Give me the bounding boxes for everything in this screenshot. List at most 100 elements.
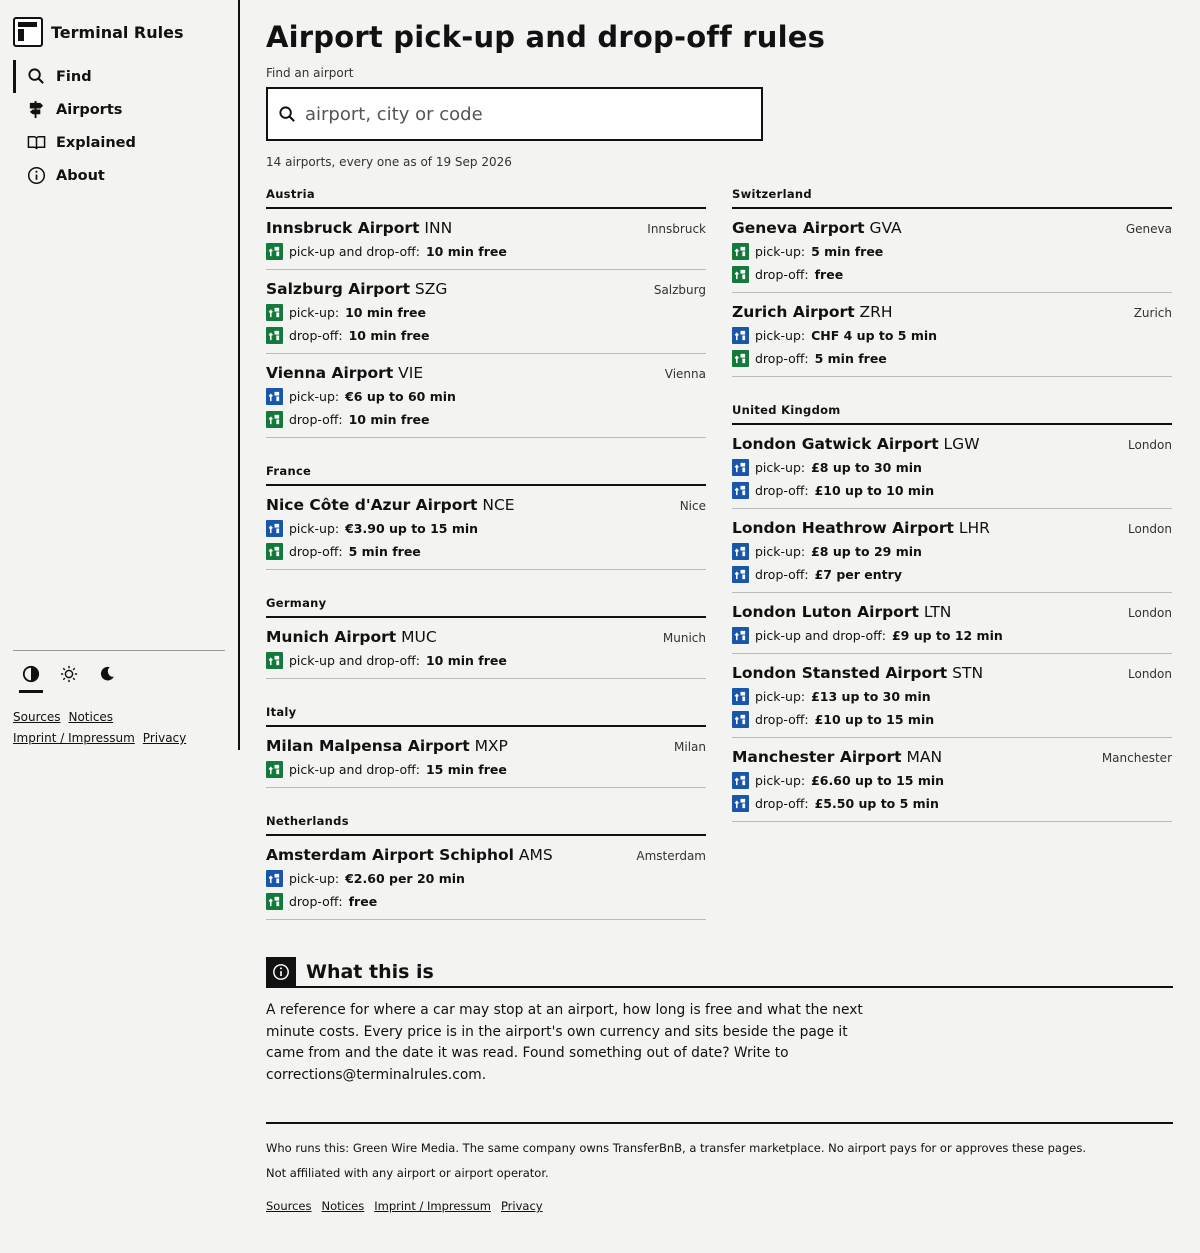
airport-card[interactable]: Amsterdam Airport Schiphol AMS Amsterdam p…	[266, 836, 706, 920]
signpost-icon	[29, 100, 44, 119]
rule-row: pick-up: €2.60 per 20 min	[266, 870, 706, 887]
airport-header: Amsterdam Airport Schiphol AMS Amsterdam	[266, 846, 706, 864]
free-parking-icon	[266, 761, 283, 778]
airport-card[interactable]: Munich Airport MUC Munich pick-up and drop…	[266, 618, 706, 679]
airport-card[interactable]: London Luton Airport LTN London pick-up an…	[732, 593, 1172, 654]
about-body: A reference for where a car may stop at …	[266, 1002, 863, 1061]
link-privacy[interactable]: Privacy	[143, 731, 186, 745]
airport-card[interactable]: Manchester Airport MAN Manchester pick-up:…	[732, 738, 1172, 822]
airport-card[interactable]: Geneva Airport GVA Geneva pick-up: 5 min fr…	[732, 209, 1172, 293]
rule-value: £10 up to 15 min	[814, 712, 935, 727]
airport-card[interactable]: Salzburg Airport SZG Salzburg pick-up: 10 m…	[266, 270, 706, 354]
footer-link-sources[interactable]: Sources	[266, 1199, 312, 1213]
brand-name: Terminal Rules	[51, 22, 184, 42]
airport-card[interactable]: Zurich Airport ZRH Zurich pick-up: CHF 4 up…	[732, 293, 1172, 377]
free-parking-icon	[266, 304, 283, 321]
theme-dark[interactable]	[95, 665, 119, 693]
airport-code: LHR	[958, 519, 990, 537]
airport-name[interactable]: Manchester Airport MAN	[732, 748, 942, 766]
sun-icon	[60, 665, 78, 683]
page-title: Airport pick-up and drop-off rules	[266, 20, 826, 54]
footer-link-notices[interactable]: Notices	[322, 1199, 365, 1213]
airport-card[interactable]: London Gatwick Airport LGW London pick-up:…	[732, 425, 1172, 509]
link-notices[interactable]: Notices	[68, 710, 113, 724]
nav-item-about[interactable]: About	[13, 159, 223, 192]
airport-name[interactable]: London Luton Airport LTN	[732, 603, 951, 621]
about-text: A reference for where a car may stop at …	[266, 1000, 886, 1086]
airport-columns: Austria Innsbruck Airport INN Innsbruck pic…	[266, 179, 1173, 920]
rule-value: £7 per entry	[814, 567, 902, 582]
rule-label: pick-up:	[755, 328, 806, 343]
search-box[interactable]	[266, 87, 763, 141]
airport-header: Geneva Airport GVA Geneva	[732, 219, 1172, 237]
nav-label: Airports	[56, 101, 123, 118]
brand[interactable]: Terminal Rules	[13, 17, 184, 47]
airport-title: London Stansted Airport	[732, 664, 948, 682]
rule-row: pick-up: £8 up to 30 min	[732, 459, 1172, 476]
airport-card[interactable]: London Stansted Airport STN London pick-up…	[732, 654, 1172, 738]
airport-card[interactable]: London Heathrow Airport LHR London pick-up…	[732, 509, 1172, 593]
rule-label: drop-off:	[755, 712, 809, 727]
airport-name[interactable]: Milan Malpensa Airport MXP	[266, 737, 508, 755]
airport-name[interactable]: London Stansted Airport STN	[732, 664, 983, 682]
airport-name[interactable]: Innsbruck Airport INN	[266, 219, 452, 237]
airport-card[interactable]: Nice Côte d'Azur Airport NCE Nice pick-up:…	[266, 486, 706, 570]
airport-card[interactable]: Vienna Airport VIE Vienna pick-up: €6 up to…	[266, 354, 706, 438]
rule-row: pick-up: 10 min free	[266, 304, 706, 321]
airport-name[interactable]: Geneva Airport GVA	[732, 219, 902, 237]
rule-value: €6 up to 60 min	[345, 389, 456, 404]
nav-item-airports[interactable]: Airports	[13, 93, 223, 126]
link-imprint[interactable]: Imprint / Impressum	[13, 731, 135, 745]
airport-card[interactable]: Innsbruck Airport INN Innsbruck pick-up an…	[266, 209, 706, 270]
airport-code: GVA	[869, 219, 902, 237]
airport-name[interactable]: London Gatwick Airport LGW	[732, 435, 980, 453]
free-parking-icon	[266, 327, 283, 344]
airport-header: London Luton Airport LTN London	[732, 603, 1172, 621]
search-icon	[279, 105, 295, 122]
rule-value: free	[348, 894, 378, 909]
airport-name[interactable]: Nice Côte d'Azur Airport NCE	[266, 496, 515, 514]
about-heading: What this is	[266, 957, 1173, 988]
airport-name[interactable]: Munich Airport MUC	[266, 628, 437, 646]
rule-value: €2.60 per 20 min	[345, 871, 465, 886]
airport-title: London Luton Airport	[732, 603, 919, 621]
corrections-email-link[interactable]: corrections@terminalrules.com	[266, 1067, 482, 1083]
search-label: Find an airport	[266, 66, 354, 80]
airport-header: London Stansted Airport STN London	[732, 664, 1172, 682]
paid-parking-icon	[266, 388, 283, 405]
free-parking-icon	[266, 893, 283, 910]
airport-city: Amsterdam	[636, 849, 706, 863]
rule-label: pick-up and drop-off:	[289, 244, 420, 259]
link-sources[interactable]: Sources	[13, 710, 60, 724]
airport-name[interactable]: Amsterdam Airport Schiphol AMS	[266, 846, 553, 864]
rule-row: drop-off: 5 min free	[266, 543, 706, 560]
airport-header: London Heathrow Airport LHR London	[732, 519, 1172, 537]
airport-name[interactable]: Vienna Airport VIE	[266, 364, 423, 382]
airport-name[interactable]: London Heathrow Airport LHR	[732, 519, 990, 537]
airport-city: Salzburg	[653, 283, 706, 297]
rule-label: drop-off:	[289, 412, 343, 427]
airport-city: Manchester	[1101, 751, 1172, 765]
footer-link-imprint[interactable]: Imprint / Impressum	[374, 1199, 491, 1213]
airport-card[interactable]: Milan Malpensa Airport MXP Milan pick-up a…	[266, 727, 706, 788]
free-parking-icon	[266, 411, 283, 428]
footer-link-privacy[interactable]: Privacy	[501, 1199, 543, 1213]
about-end: .	[481, 1066, 487, 1083]
theme-auto[interactable]	[19, 665, 43, 693]
airport-code: VIE	[398, 364, 424, 382]
paid-parking-icon	[732, 711, 749, 728]
airport-code: STN	[952, 664, 984, 682]
airport-code: NCE	[482, 496, 515, 514]
theme-light[interactable]	[57, 665, 81, 693]
airport-name[interactable]: Zurich Airport ZRH	[732, 303, 893, 321]
airport-name[interactable]: Salzburg Airport SZG	[266, 280, 447, 298]
airport-column-right: Switzerland Geneva Airport GVA Geneva pick-…	[732, 179, 1172, 920]
page-footer: Who runs this: Green Wire Media. The sam…	[266, 1122, 1173, 1219]
paid-parking-icon	[732, 543, 749, 560]
rule-value: €3.90 up to 15 min	[345, 521, 479, 536]
nav-item-find[interactable]: Find	[13, 60, 223, 93]
airport-header: Manchester Airport MAN Manchester	[732, 748, 1172, 766]
search-input[interactable]	[305, 103, 725, 125]
country-heading: Switzerland	[732, 179, 1172, 209]
nav-item-explained[interactable]: Explained	[13, 126, 223, 159]
